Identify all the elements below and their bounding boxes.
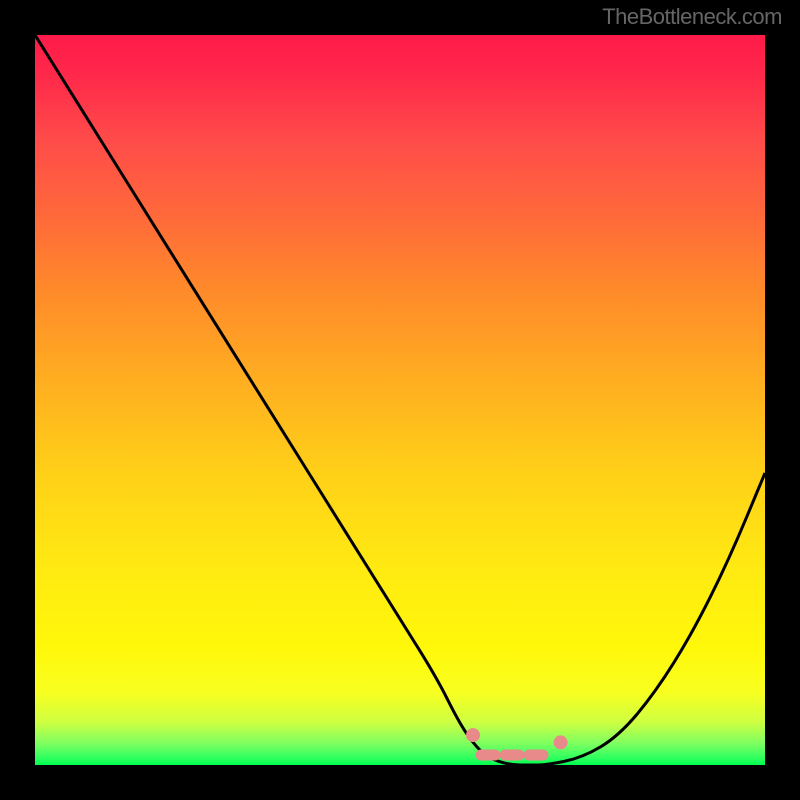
plot-area: [35, 35, 765, 765]
marker-dot-left: [466, 728, 480, 742]
chart-svg: [35, 35, 765, 765]
marker-dot-right: [554, 735, 568, 749]
attribution-text: TheBottleneck.com: [602, 4, 782, 30]
bottleneck-curve: [35, 35, 765, 765]
